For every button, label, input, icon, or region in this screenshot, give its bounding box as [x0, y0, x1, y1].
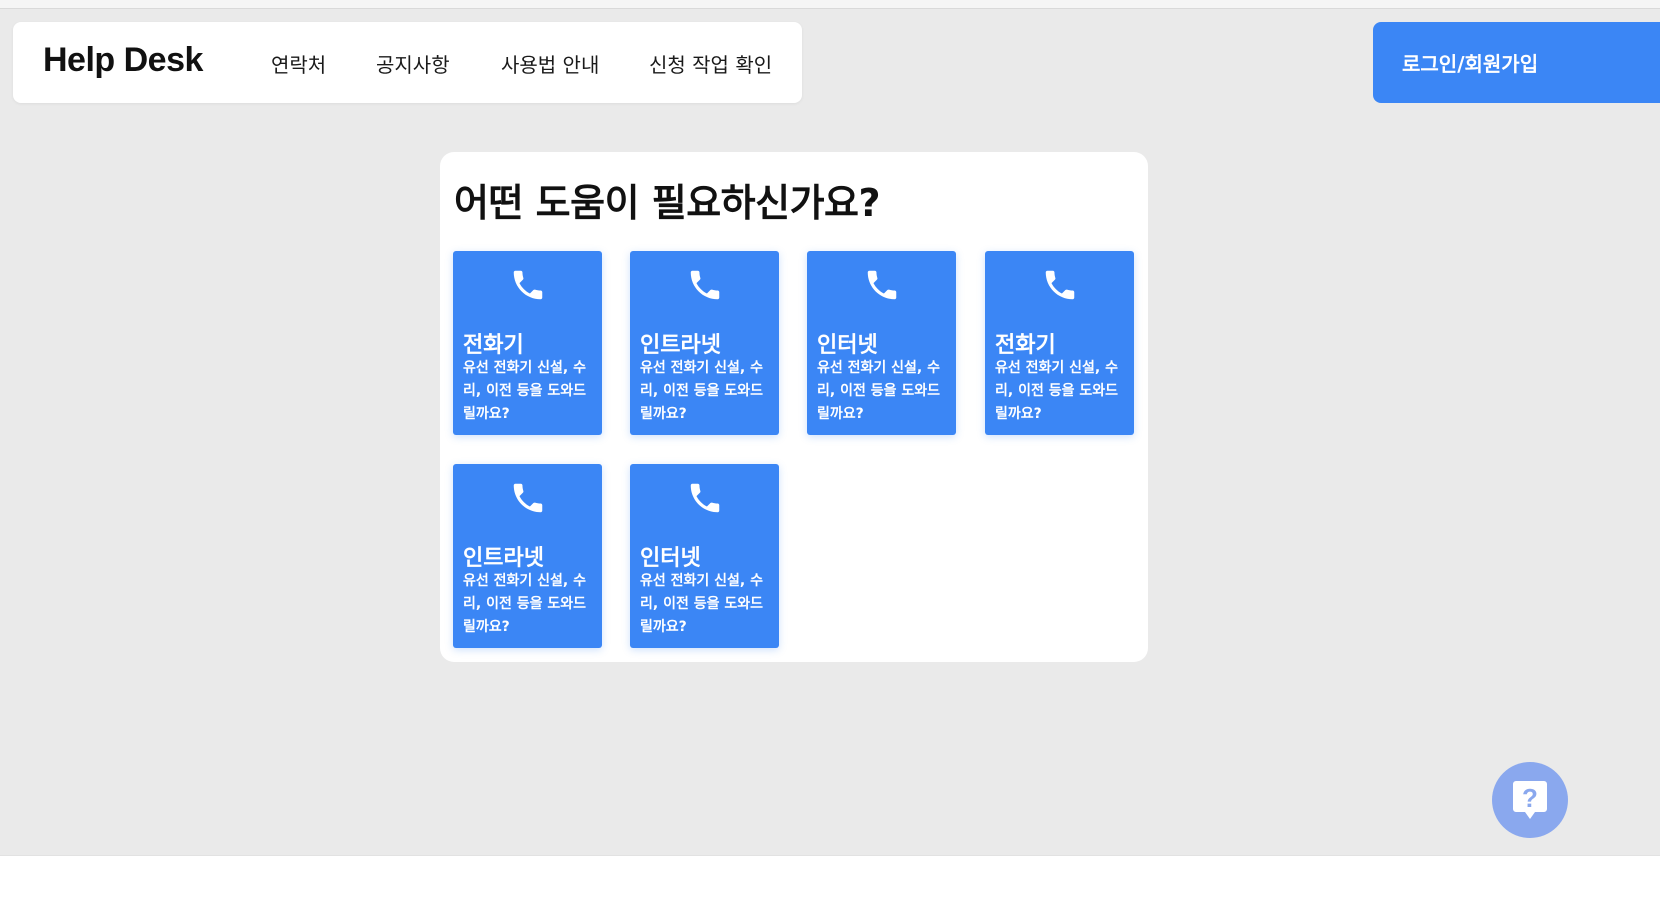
login-signup-button[interactable]: 로그인/회원가입 [1373, 22, 1660, 103]
top-navbar: Help Desk 연락처 공지사항 사용법 안내 신청 작업 확인 [13, 22, 802, 103]
card-title: 인터넷 [640, 546, 701, 571]
card-title: 인트라넷 [640, 333, 721, 358]
card-description: 유선 전화기 신설, 수리, 이전 등을 도와드릴까요? [640, 360, 763, 422]
card-title: 전화기 [995, 333, 1056, 358]
page-title: 어떤 도움이 필요하신가요? [454, 181, 881, 225]
category-card-intranet[interactable]: 인트라넷 유선 전화기 신설, 수리, 이전 등을 도와드릴까요? [630, 251, 779, 435]
browser-bottom-edge [0, 855, 1660, 906]
card-title: 전화기 [463, 333, 524, 358]
category-card-internet[interactable]: 인터넷 유선 전화기 신설, 수리, 이전 등을 도와드릴까요? [807, 251, 956, 435]
card-title: 인트라넷 [463, 546, 544, 571]
category-card-intranet-2[interactable]: 인트라넷 유선 전화기 신설, 수리, 이전 등을 도와드릴까요? [453, 464, 602, 648]
card-description: 유선 전화기 신설, 수리, 이전 등을 도와드릴까요? [817, 360, 940, 422]
svg-text:?: ? [1522, 783, 1538, 813]
phone-icon [686, 265, 724, 305]
phone-icon [686, 478, 724, 518]
nav-item-usage-guide[interactable]: 사용법 안내 [501, 49, 599, 78]
phone-icon [509, 265, 547, 305]
category-card-phone-2[interactable]: 전화기 유선 전화기 신설, 수리, 이전 등을 도와드릴까요? [985, 251, 1134, 435]
phone-icon [863, 265, 901, 305]
category-card-internet-2[interactable]: 인터넷 유선 전화기 신설, 수리, 이전 등을 도와드릴까요? [630, 464, 779, 648]
brand-logo[interactable]: Help Desk [43, 41, 203, 80]
help-chat-button[interactable]: ? [1492, 762, 1568, 838]
phone-icon [509, 478, 547, 518]
phone-icon [1041, 265, 1079, 305]
category-card-phone[interactable]: 전화기 유선 전화기 신설, 수리, 이전 등을 도와드릴까요? [453, 251, 602, 435]
card-description: 유선 전화기 신설, 수리, 이전 등을 도와드릴까요? [995, 360, 1118, 422]
browser-top-edge [0, 0, 1660, 9]
help-category-panel: 어떤 도움이 필요하신가요? 전화기 유선 전화기 신설, 수리, 이전 등을 … [440, 152, 1148, 662]
nav-item-request-status[interactable]: 신청 작업 확인 [649, 49, 772, 78]
card-description: 유선 전화기 신설, 수리, 이전 등을 도와드릴까요? [463, 573, 586, 635]
card-description: 유선 전화기 신설, 수리, 이전 등을 도와드릴까요? [640, 573, 763, 635]
help-question-icon: ? [1511, 779, 1549, 825]
nav-item-contacts[interactable]: 연락처 [271, 49, 326, 78]
card-title: 인터넷 [817, 333, 878, 358]
card-description: 유선 전화기 신설, 수리, 이전 등을 도와드릴까요? [463, 360, 586, 422]
nav-item-notices[interactable]: 공지사항 [376, 49, 450, 78]
